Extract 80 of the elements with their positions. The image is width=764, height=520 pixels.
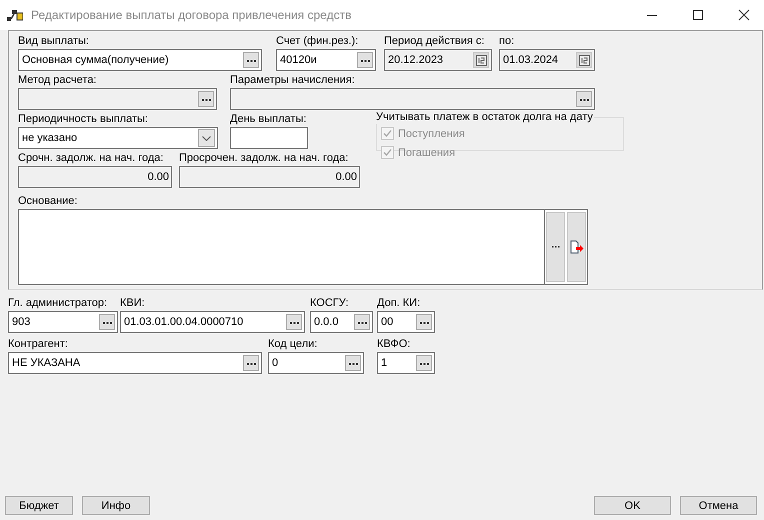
field-value: Основная сумма(получение): [22, 54, 170, 66]
app-icon: [7, 8, 23, 22]
field-value: 40120и: [280, 54, 318, 66]
lookup-field[interactable]: НЕ УКАЗАНА: [8, 352, 262, 374]
field-label: по:: [499, 35, 516, 48]
field-value: не указано: [22, 132, 78, 144]
field-label: Периодичность выплаты:: [18, 113, 149, 126]
ellipsis-icon: [348, 362, 358, 364]
ellipsis-icon: [246, 58, 256, 62]
field-label: Гл. администратор:: [8, 297, 108, 310]
maximize-icon[interactable]: [692, 9, 704, 21]
field-label: Вид выплаты:: [18, 35, 90, 48]
field-label: Основание:: [18, 195, 78, 208]
lookup-field[interactable]: 00: [377, 311, 435, 333]
lookup-button[interactable]: [416, 355, 432, 371]
ellipsis-icon: [420, 320, 428, 324]
field-value: 00: [381, 316, 394, 328]
field-label: День выплаты:: [230, 113, 308, 126]
lookup-field[interactable]: 903: [8, 311, 118, 333]
field-value: 903: [12, 316, 32, 328]
footer-button[interactable]: Бюджет: [5, 496, 73, 515]
ellipsis-icon: [202, 98, 210, 100]
ellipsis-icon: [358, 320, 366, 324]
ellipsis-icon: [580, 98, 588, 100]
chevron-down-icon: [202, 136, 211, 140]
field-value: 0: [272, 357, 280, 369]
lookup-button[interactable]: [345, 355, 361, 371]
field-value: 0.0.0: [314, 316, 340, 328]
ellipsis-icon: [360, 58, 370, 62]
field-label: КОСГУ:: [310, 297, 350, 310]
field-value: 20.12.2023: [388, 54, 444, 66]
ellipsis-icon: [420, 362, 428, 364]
field-value: 01.03.2024: [503, 54, 560, 66]
calendar-icon: [476, 54, 486, 66]
input-field[interactable]: [230, 127, 308, 149]
field-label: КВИ:: [120, 297, 146, 310]
lookup-field[interactable]: 0: [268, 352, 364, 374]
lookup-field[interactable]: Основная сумма(получение): [18, 49, 262, 71]
field-label: Код цели:: [268, 338, 318, 351]
lookup-button[interactable]: [354, 314, 370, 330]
field-value: 0.00: [148, 171, 169, 183]
calendar-icon: [578, 54, 590, 66]
lookup-button[interactable]: [243, 355, 259, 371]
lookup-button[interactable]: [416, 314, 432, 330]
ellipsis-icon: [102, 320, 112, 324]
ellipsis-icon: [246, 362, 256, 364]
dropdown-field[interactable]: не указано: [18, 127, 218, 149]
field-label: Просрочен. задолж. на нач. года:: [179, 152, 350, 165]
field-label: Параметры начисления:: [230, 74, 356, 87]
field-value: НЕ УКАЗАНА: [12, 357, 82, 369]
dialog-button[interactable]: OK: [594, 496, 671, 515]
field-label: КВФО:: [377, 338, 412, 351]
window-title: Редактирование выплаты договора привлечения средств: [31, 8, 352, 22]
lookup-field[interactable]: 40120и: [276, 49, 376, 71]
field-label: Доп. КИ:: [377, 297, 422, 310]
field-value: 01.03.01.00.04.0000710: [124, 316, 244, 328]
field-value: 0.00: [336, 171, 357, 183]
checkbox-label: Погашения: [398, 146, 456, 158]
lookup-field[interactable]: 0.0.0: [310, 311, 373, 333]
checkbox-label: Поступления: [398, 128, 465, 140]
dialog-button[interactable]: Отмена: [680, 496, 757, 515]
lookup-button[interactable]: [286, 314, 302, 330]
field-value: 1: [381, 357, 388, 369]
field-label: Счет (фин.рез.):: [276, 35, 360, 48]
field-label: Контрагент:: [8, 338, 69, 351]
lookup-button[interactable]: [357, 52, 373, 68]
import-button[interactable]: [567, 212, 586, 282]
dropdown-button[interactable]: [198, 129, 215, 147]
lookup-button[interactable]: [243, 52, 259, 68]
close-icon[interactable]: [738, 9, 750, 21]
document-arrow-icon: [570, 240, 584, 254]
lookup-button[interactable]: [99, 314, 115, 330]
field-label: Метод расчета:: [18, 74, 98, 87]
lookup-field[interactable]: 1: [377, 352, 435, 374]
footer-button[interactable]: Инфо: [82, 496, 150, 515]
field-label: Срочн. задолж. на нач. года:: [18, 152, 164, 165]
group-title: Учитывать платеж в остаток долга на дату: [375, 111, 594, 124]
ellipsis-icon: [290, 320, 298, 324]
lookup-field[interactable]: 01.03.01.00.04.0000710: [120, 311, 305, 333]
field-label: Период действия с:: [384, 35, 486, 48]
